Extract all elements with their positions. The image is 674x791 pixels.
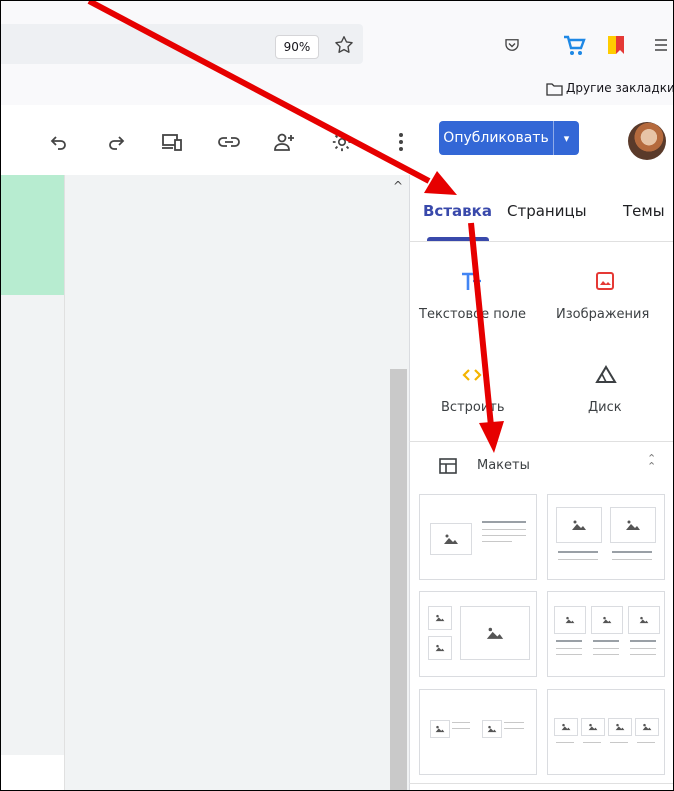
tool-embed[interactable]: Встроить <box>441 400 505 415</box>
publish-label: Опубликовать <box>443 130 549 146</box>
scroll-up-icon[interactable]: ^ <box>393 179 403 193</box>
layout-option-6[interactable] <box>547 689 665 775</box>
publish-dropdown-icon[interactable]: ▾ <box>554 132 579 145</box>
more-options-icon[interactable] <box>390 131 412 153</box>
pocket-icon[interactable] <box>503 36 521 58</box>
screenshot-frame: 90% Другие закладки Опубликовать ▾ ^ Вст… <box>0 0 674 791</box>
layouts-bottom-divider <box>409 783 673 784</box>
zoom-level-badge[interactable]: 90% <box>275 35 319 59</box>
folder-icon <box>546 81 563 100</box>
link-icon[interactable] <box>218 131 240 153</box>
layout-option-5[interactable] <box>419 689 537 775</box>
other-bookmarks-link[interactable]: Другие закладки <box>566 81 673 95</box>
tabs-divider <box>409 241 673 242</box>
share-add-person-icon[interactable] <box>274 131 296 153</box>
preview-devices-icon[interactable] <box>161 131 183 153</box>
bookmark-extension-icon[interactable] <box>606 35 626 59</box>
redo-icon[interactable] <box>105 131 127 153</box>
layouts-icon <box>439 458 457 478</box>
tab-pages[interactable]: Страницы <box>507 202 587 220</box>
layout-option-4[interactable] <box>547 591 665 677</box>
layout-option-2[interactable] <box>547 494 665 580</box>
embed-icon[interactable] <box>462 367 482 387</box>
page-header-section <box>1 175 64 295</box>
drive-icon[interactable] <box>595 365 617 389</box>
menu-icon[interactable] <box>653 37 669 57</box>
settings-gear-icon[interactable] <box>331 131 353 153</box>
bookmark-star-icon[interactable] <box>333 34 355 60</box>
tool-text-box[interactable]: Текстовое поле <box>419 307 526 322</box>
cart-extension-icon[interactable] <box>562 34 586 60</box>
panel-scrollbar-thumb[interactable] <box>390 369 407 790</box>
text-box-icon[interactable] <box>460 271 482 297</box>
tools-divider <box>409 441 673 442</box>
tab-themes[interactable]: Темы <box>623 202 665 220</box>
collapse-layouts-icon[interactable]: ⌃ ⌃ <box>647 453 656 472</box>
page-body-section <box>1 295 64 755</box>
image-icon[interactable] <box>595 271 615 295</box>
undo-icon[interactable] <box>48 131 70 153</box>
editor-canvas-margin <box>64 175 389 790</box>
layouts-section-title[interactable]: Макеты <box>477 458 530 473</box>
tool-drive[interactable]: Диск <box>588 400 622 415</box>
tool-images[interactable]: Изображения <box>556 307 649 322</box>
tab-insert[interactable]: Вставка <box>423 202 492 220</box>
publish-button[interactable]: Опубликовать ▾ <box>439 121 579 155</box>
page-footer-section <box>1 755 64 790</box>
avatar[interactable] <box>628 122 666 160</box>
layout-option-3[interactable] <box>419 591 537 677</box>
layout-option-1[interactable] <box>419 494 537 580</box>
